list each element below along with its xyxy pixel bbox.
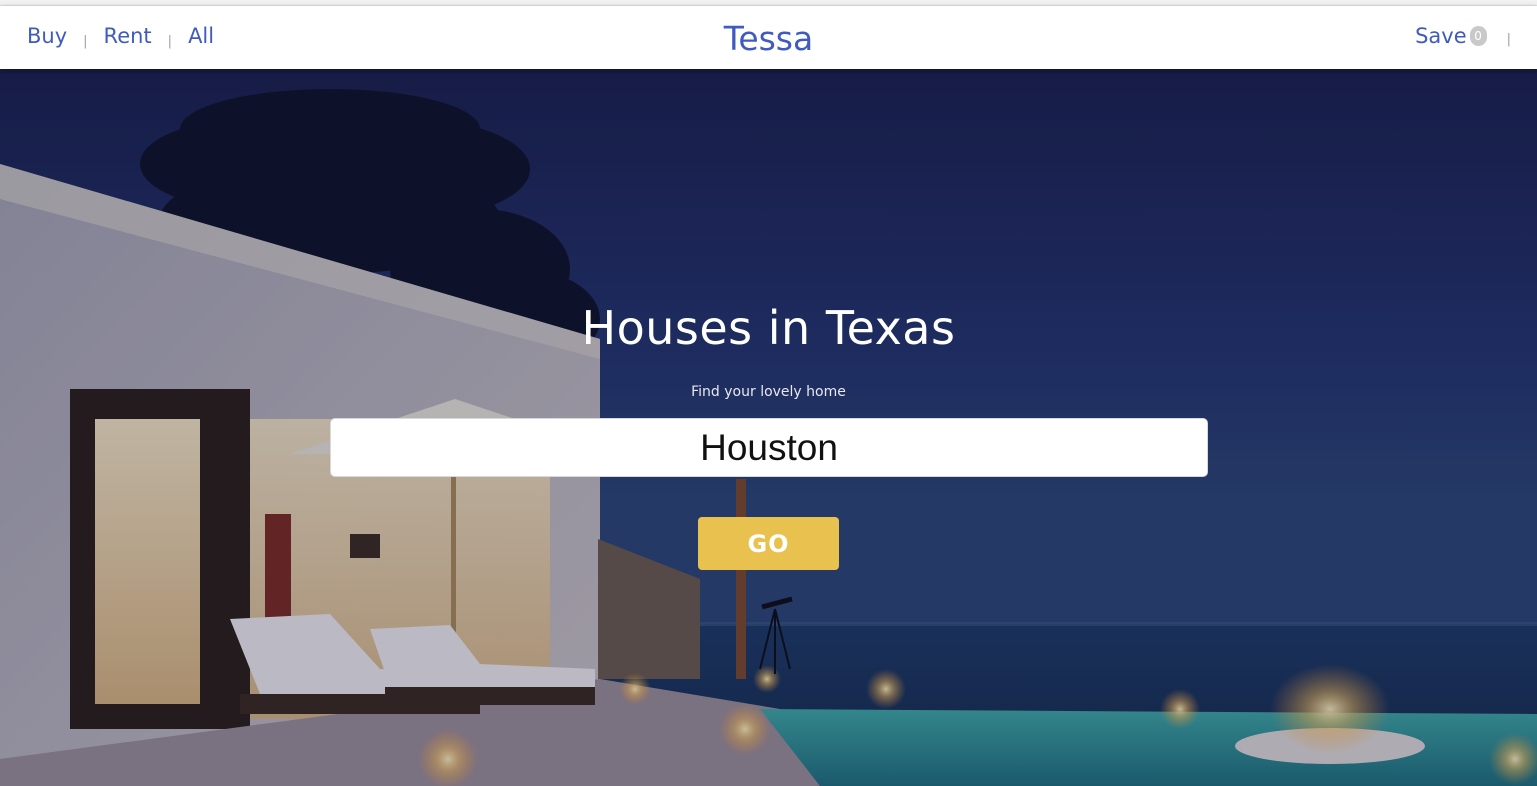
brand-logo-wrapper: Tessa — [0, 19, 1537, 58]
nav-link-rent[interactable]: Rent — [104, 24, 152, 48]
nav-separator: | — [1506, 31, 1511, 47]
save-link[interactable]: Save — [1415, 24, 1467, 48]
nav-links: Buy | Rent | All — [27, 24, 214, 49]
top-navbar: Buy | Rent | All Tessa Save 0 | — [0, 6, 1537, 69]
brand-logo[interactable]: Tessa — [724, 19, 813, 58]
nav-link-all[interactable]: All — [188, 24, 214, 48]
hero-section: Houses in Texas Find your lovely home GO — [0, 69, 1537, 786]
hero-title: Houses in Texas — [581, 301, 956, 355]
nav-separator: | — [83, 34, 88, 49]
nav-link-buy[interactable]: Buy — [27, 24, 67, 48]
hero-subtitle: Find your lovely home — [691, 384, 846, 400]
nav-right: Save 0 | — [1415, 24, 1511, 48]
save-count-badge: 0 — [1469, 26, 1487, 46]
nav-separator: | — [167, 34, 173, 49]
go-button[interactable]: GO — [698, 517, 839, 570]
location-search-input[interactable] — [330, 418, 1208, 477]
page: Buy | Rent | All Tessa Save 0 | Houses i… — [0, 0, 1537, 786]
